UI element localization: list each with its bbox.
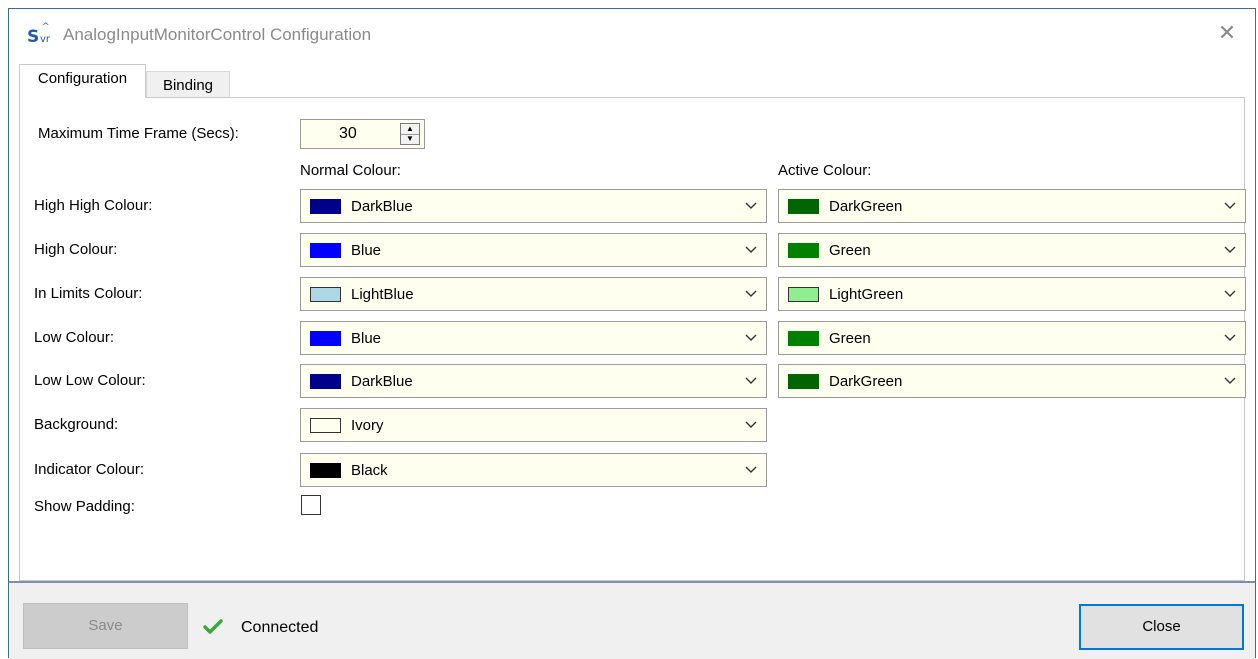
selected-value: Green bbox=[829, 330, 871, 347]
color-swatch bbox=[788, 374, 819, 389]
normal-colour-select[interactable]: Blue bbox=[300, 233, 767, 267]
chevron-down-icon bbox=[740, 234, 762, 266]
save-button[interactable]: Save bbox=[23, 603, 188, 649]
indicator-colour-label: Indicator Colour: bbox=[34, 461, 145, 478]
footer-bar: Save Connected Close bbox=[9, 581, 1255, 659]
colour-row-label: High High Colour: bbox=[34, 197, 153, 214]
color-swatch bbox=[310, 463, 341, 478]
color-swatch bbox=[310, 331, 341, 346]
connection-status: Connected bbox=[241, 619, 319, 636]
chevron-down-icon bbox=[740, 190, 762, 222]
title-bar: Svr ^ AnalogInputMonitorControl Configura… bbox=[9, 9, 1255, 59]
chevron-down-icon bbox=[740, 278, 762, 310]
color-swatch bbox=[310, 243, 341, 258]
active-colour-select[interactable]: LightGreen bbox=[778, 277, 1246, 311]
configuration-panel: Maximum Time Frame (Secs): 30 ▲ ▼ Normal… bbox=[19, 97, 1246, 581]
normal-colour-select[interactable]: DarkBlue bbox=[300, 364, 767, 398]
active-colour-select[interactable]: Green bbox=[778, 321, 1246, 355]
color-swatch bbox=[788, 199, 819, 214]
spin-down-icon[interactable]: ▼ bbox=[401, 134, 419, 144]
color-swatch bbox=[310, 199, 341, 214]
window-title: AnalogInputMonitorControl Configuration bbox=[63, 25, 372, 44]
selected-value: Blue bbox=[351, 242, 382, 259]
max-time-stepper[interactable]: 30 ▲ ▼ bbox=[300, 119, 425, 149]
active-colour-header: Active Colour: bbox=[778, 162, 872, 179]
chevron-down-icon bbox=[1219, 322, 1241, 354]
background-label: Background: bbox=[34, 416, 119, 433]
selected-value: Green bbox=[829, 242, 871, 259]
color-swatch bbox=[788, 243, 819, 258]
selected-value: DarkBlue bbox=[351, 198, 413, 215]
max-time-label: Maximum Time Frame (Secs): bbox=[38, 125, 239, 142]
selected-value: DarkGreen bbox=[829, 198, 903, 215]
color-swatch bbox=[310, 287, 341, 302]
close-button[interactable]: Close bbox=[1079, 604, 1244, 650]
normal-colour-select[interactable]: LightBlue bbox=[300, 277, 767, 311]
chevron-down-icon bbox=[740, 322, 762, 354]
config-dialog: Svr ^ AnalogInputMonitorControl Configura… bbox=[8, 8, 1256, 659]
selected-value: LightBlue bbox=[351, 286, 414, 303]
chevron-down-icon bbox=[1219, 234, 1241, 266]
chevron-down-icon bbox=[740, 365, 762, 397]
check-icon bbox=[203, 619, 223, 634]
color-swatch bbox=[310, 418, 341, 433]
normal-colour-header: Normal Colour: bbox=[300, 162, 401, 179]
tab-binding[interactable]: Binding bbox=[146, 71, 230, 99]
chevron-down-icon bbox=[740, 454, 762, 486]
close-icon[interactable]: ✕ bbox=[1215, 21, 1239, 45]
color-swatch bbox=[788, 287, 819, 302]
max-time-value: 30 bbox=[339, 125, 357, 142]
colour-row-label: In Limits Colour: bbox=[34, 285, 143, 302]
indicator-colour-select[interactable]: Black bbox=[300, 453, 767, 487]
colour-row-label: Low Colour: bbox=[34, 329, 115, 346]
selected-value: Black bbox=[351, 462, 388, 479]
selected-value: Blue bbox=[351, 330, 382, 347]
color-swatch bbox=[310, 374, 341, 389]
normal-colour-select[interactable]: Blue bbox=[300, 321, 767, 355]
selected-value: LightGreen bbox=[829, 286, 904, 303]
chevron-down-icon bbox=[1219, 190, 1241, 222]
show-padding-checkbox[interactable] bbox=[301, 495, 321, 515]
spin-buttons: ▲ ▼ bbox=[400, 123, 420, 145]
show-padding-label: Show Padding: bbox=[34, 498, 135, 515]
background-select[interactable]: Ivory bbox=[300, 408, 767, 442]
chevron-down-icon bbox=[1219, 278, 1241, 310]
tab-configuration[interactable]: Configuration bbox=[19, 64, 146, 98]
selected-value: DarkGreen bbox=[829, 373, 903, 390]
active-colour-select[interactable]: DarkGreen bbox=[778, 189, 1246, 223]
colour-row-label: High Colour: bbox=[34, 241, 118, 258]
active-colour-select[interactable]: DarkGreen bbox=[778, 364, 1246, 398]
chevron-down-icon bbox=[1219, 365, 1241, 397]
normal-colour-select[interactable]: DarkBlue bbox=[300, 189, 767, 223]
selected-value: DarkBlue bbox=[351, 373, 413, 390]
selected-value: Ivory bbox=[351, 417, 384, 434]
chevron-down-icon bbox=[740, 409, 762, 441]
active-colour-select[interactable]: Green bbox=[778, 233, 1246, 267]
color-swatch bbox=[788, 331, 819, 346]
svr-app-icon: Svr ^ bbox=[27, 22, 51, 47]
colour-row-label: Low Low Colour: bbox=[34, 372, 146, 389]
